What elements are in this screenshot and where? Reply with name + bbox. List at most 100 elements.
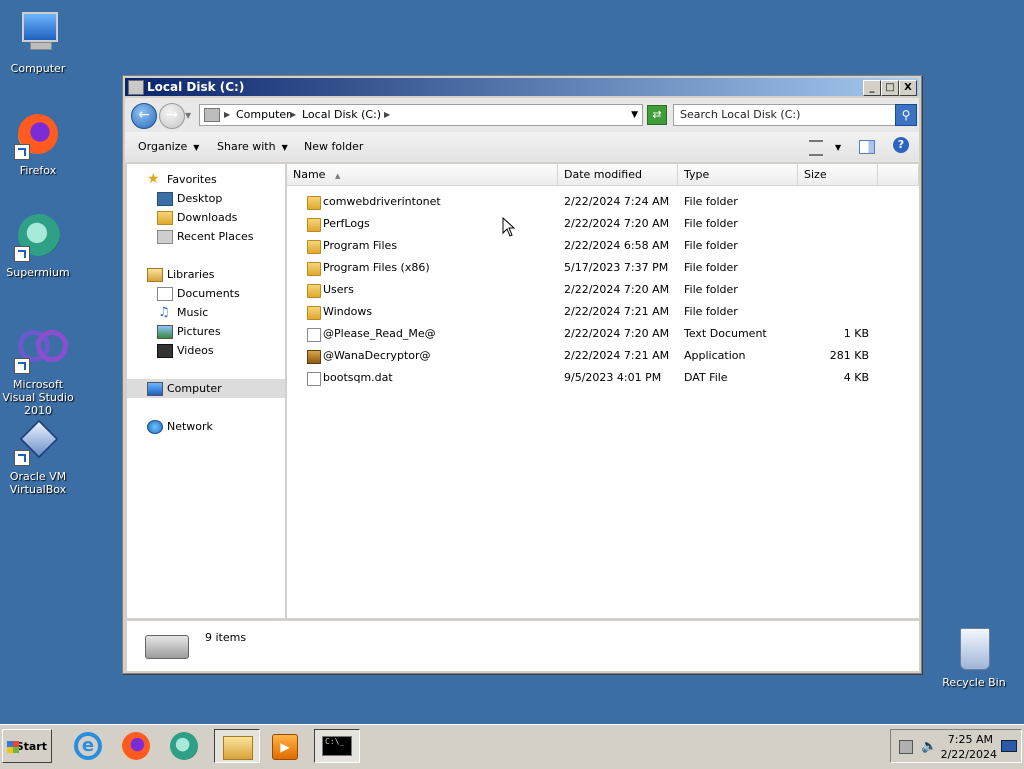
taskbar-firefox[interactable] (116, 729, 158, 763)
chevron-right-icon[interactable]: ▶ (384, 105, 390, 125)
close-button[interactable]: X (899, 80, 917, 96)
nav-label: Favorites (167, 173, 217, 186)
refresh-button[interactable]: ⇄ (647, 105, 667, 125)
search-input[interactable]: Search Local Disk (C:) (673, 104, 899, 126)
nav-videos[interactable]: Videos (127, 341, 285, 360)
address-input[interactable]: ▶ Computer ▶ Local Disk (C:) ▶ ▼ (199, 104, 643, 126)
folder-icon (307, 306, 321, 320)
music-note-icon: ♫ (158, 305, 170, 320)
speaker-muted-icon[interactable]: 🔈 (921, 739, 937, 754)
table-row[interactable]: bootsqm.dat 9/5/2023 4:01 PM DAT File 4 KB (287, 367, 919, 389)
file-name: comwebdriverintonet (323, 195, 441, 208)
file-date-modified: 2/22/2024 7:21 AM (564, 305, 670, 318)
recycle-bin-icon (950, 624, 998, 672)
taskbar-media-player[interactable]: ▶ (264, 729, 306, 763)
nav-documents[interactable]: Documents (127, 284, 285, 303)
drive-icon (128, 80, 144, 95)
taskbar-supermium[interactable] (164, 729, 206, 763)
column-header-size[interactable]: Size (798, 164, 878, 186)
document-icon (307, 328, 321, 342)
clock-time[interactable]: 7:25 AM (948, 733, 993, 746)
file-date-modified: 2/22/2024 7:20 AM (564, 283, 670, 296)
nav-music[interactable]: ♫ Music (127, 303, 285, 322)
firefox-icon (14, 112, 62, 160)
desktop-icon-visual-studio[interactable]: Microsoft Visual Studio 2010 (0, 326, 78, 417)
breadcrumb-local-disk[interactable]: Local Disk (C:) (302, 105, 381, 125)
column-header-filler (878, 164, 919, 186)
desktop-icon-computer[interactable]: Computer (0, 10, 78, 75)
column-header-type[interactable]: Type (678, 164, 798, 186)
desktop-icon-label: Oracle VM VirtualBox (9, 470, 67, 496)
nav-network[interactable]: Network (127, 417, 285, 436)
shortcut-arrow-icon (14, 246, 30, 262)
nav-libraries[interactable]: Libraries (127, 265, 285, 284)
taskbar-internet-explorer[interactable]: e (68, 729, 110, 763)
folder-icon (307, 284, 321, 298)
taskbar-explorer[interactable] (214, 729, 260, 763)
view-dropdown-icon[interactable]: ▼ (835, 140, 841, 153)
title-bar[interactable]: Local Disk (C:) _ □ X (125, 78, 919, 96)
file-name: Windows (323, 305, 373, 318)
recent-pages-dropdown[interactable]: ▼ (185, 111, 191, 120)
table-row[interactable]: Program Files 2/22/2024 6:58 AM File folde… (287, 235, 919, 257)
details-pane: 9 items (127, 620, 919, 671)
folder-icon (307, 262, 321, 276)
address-bar: ← → ▼ ▶ Computer ▶ Local Disk (C:) ▶ ▼ ⇄… (125, 98, 919, 132)
forward-button[interactable]: → (159, 103, 185, 129)
start-button[interactable]: Start (2, 729, 52, 763)
back-button[interactable]: ← (131, 103, 157, 129)
search-button[interactable]: ⚲ (895, 104, 917, 126)
new-folder-button[interactable]: New folder (304, 140, 363, 153)
chevron-right-icon[interactable]: ▶ (224, 105, 230, 125)
nav-recent-places[interactable]: Recent Places (127, 227, 285, 246)
table-row[interactable]: Windows 2/22/2024 7:21 AM File folder (287, 301, 919, 323)
nav-pictures[interactable]: Pictures (127, 322, 285, 341)
address-dropdown-icon[interactable]: ▼ (631, 105, 638, 125)
preview-pane-icon[interactable] (859, 140, 875, 154)
table-row[interactable]: @WanaDecryptor@ 2/22/2024 7:21 AM Applicat… (287, 345, 919, 367)
media-player-icon: ▶ (272, 734, 298, 760)
clock-date[interactable]: 2/22/2024 (941, 748, 997, 761)
desktop-icon-label: Supermium (6, 266, 70, 279)
minimize-button[interactable]: _ (863, 80, 881, 96)
nav-computer[interactable]: Computer (127, 379, 285, 398)
nav-desktop[interactable]: Desktop (127, 189, 285, 208)
view-options-icon[interactable] (809, 140, 823, 156)
network-tray-icon[interactable] (899, 740, 913, 754)
document-icon (307, 372, 321, 386)
arrow-right-icon: → (166, 107, 178, 123)
nav-downloads[interactable]: Downloads (127, 208, 285, 227)
file-type: File folder (684, 195, 738, 208)
breadcrumb-computer[interactable]: Computer (236, 105, 291, 125)
file-size: 4 KB (843, 371, 869, 384)
file-size: 1 KB (843, 327, 869, 340)
firefox-icon (122, 732, 150, 760)
file-date-modified: 5/17/2023 7:37 PM (564, 261, 669, 274)
chevron-right-icon[interactable]: ▶ (290, 105, 296, 125)
nav-favorites[interactable]: ★ Favorites (127, 170, 285, 189)
star-icon: ★ (147, 171, 160, 187)
explorer-window: Local Disk (C:) _ □ X ← → ▼ ▶ Computer ▶… (122, 75, 922, 674)
desktop-icon-virtualbox[interactable]: Oracle VM VirtualBox (0, 418, 78, 496)
column-header-name[interactable]: Name ▲ (287, 164, 558, 186)
table-row[interactable]: comwebdriverintonet 2/22/2024 7:24 AM File… (287, 191, 919, 213)
show-desktop-icon[interactable] (1001, 740, 1017, 752)
pictures-icon (157, 325, 173, 339)
maximize-button[interactable]: □ (881, 80, 899, 96)
taskbar-command-prompt[interactable]: C:\_ (314, 729, 360, 763)
sort-ascending-icon: ▲ (334, 172, 341, 180)
desktop-icon-recycle-bin[interactable]: Recycle Bin (934, 624, 1014, 689)
share-with-button[interactable]: Share with ▼ (217, 140, 288, 153)
column-label: Name (293, 168, 326, 181)
file-type: Application (684, 349, 746, 362)
help-icon[interactable]: ? (893, 137, 909, 153)
desktop-icon-supermium[interactable]: Supermium (0, 214, 78, 279)
column-header-date-modified[interactable]: Date modified (558, 164, 678, 186)
desktop-icon-firefox[interactable]: Firefox (0, 112, 78, 177)
table-row[interactable]: Users 2/22/2024 7:20 AM File folder (287, 279, 919, 301)
table-row[interactable]: PerfLogs 2/22/2024 7:20 AM File folder (287, 213, 919, 235)
organize-button[interactable]: Organize ▼ (138, 140, 199, 153)
file-name: Program Files (323, 239, 398, 252)
table-row[interactable]: Program Files (x86) 5/17/2023 7:37 PM File… (287, 257, 919, 279)
table-row[interactable]: @Please_Read_Me@ 2/22/2024 7:20 AM Text Do… (287, 323, 919, 345)
